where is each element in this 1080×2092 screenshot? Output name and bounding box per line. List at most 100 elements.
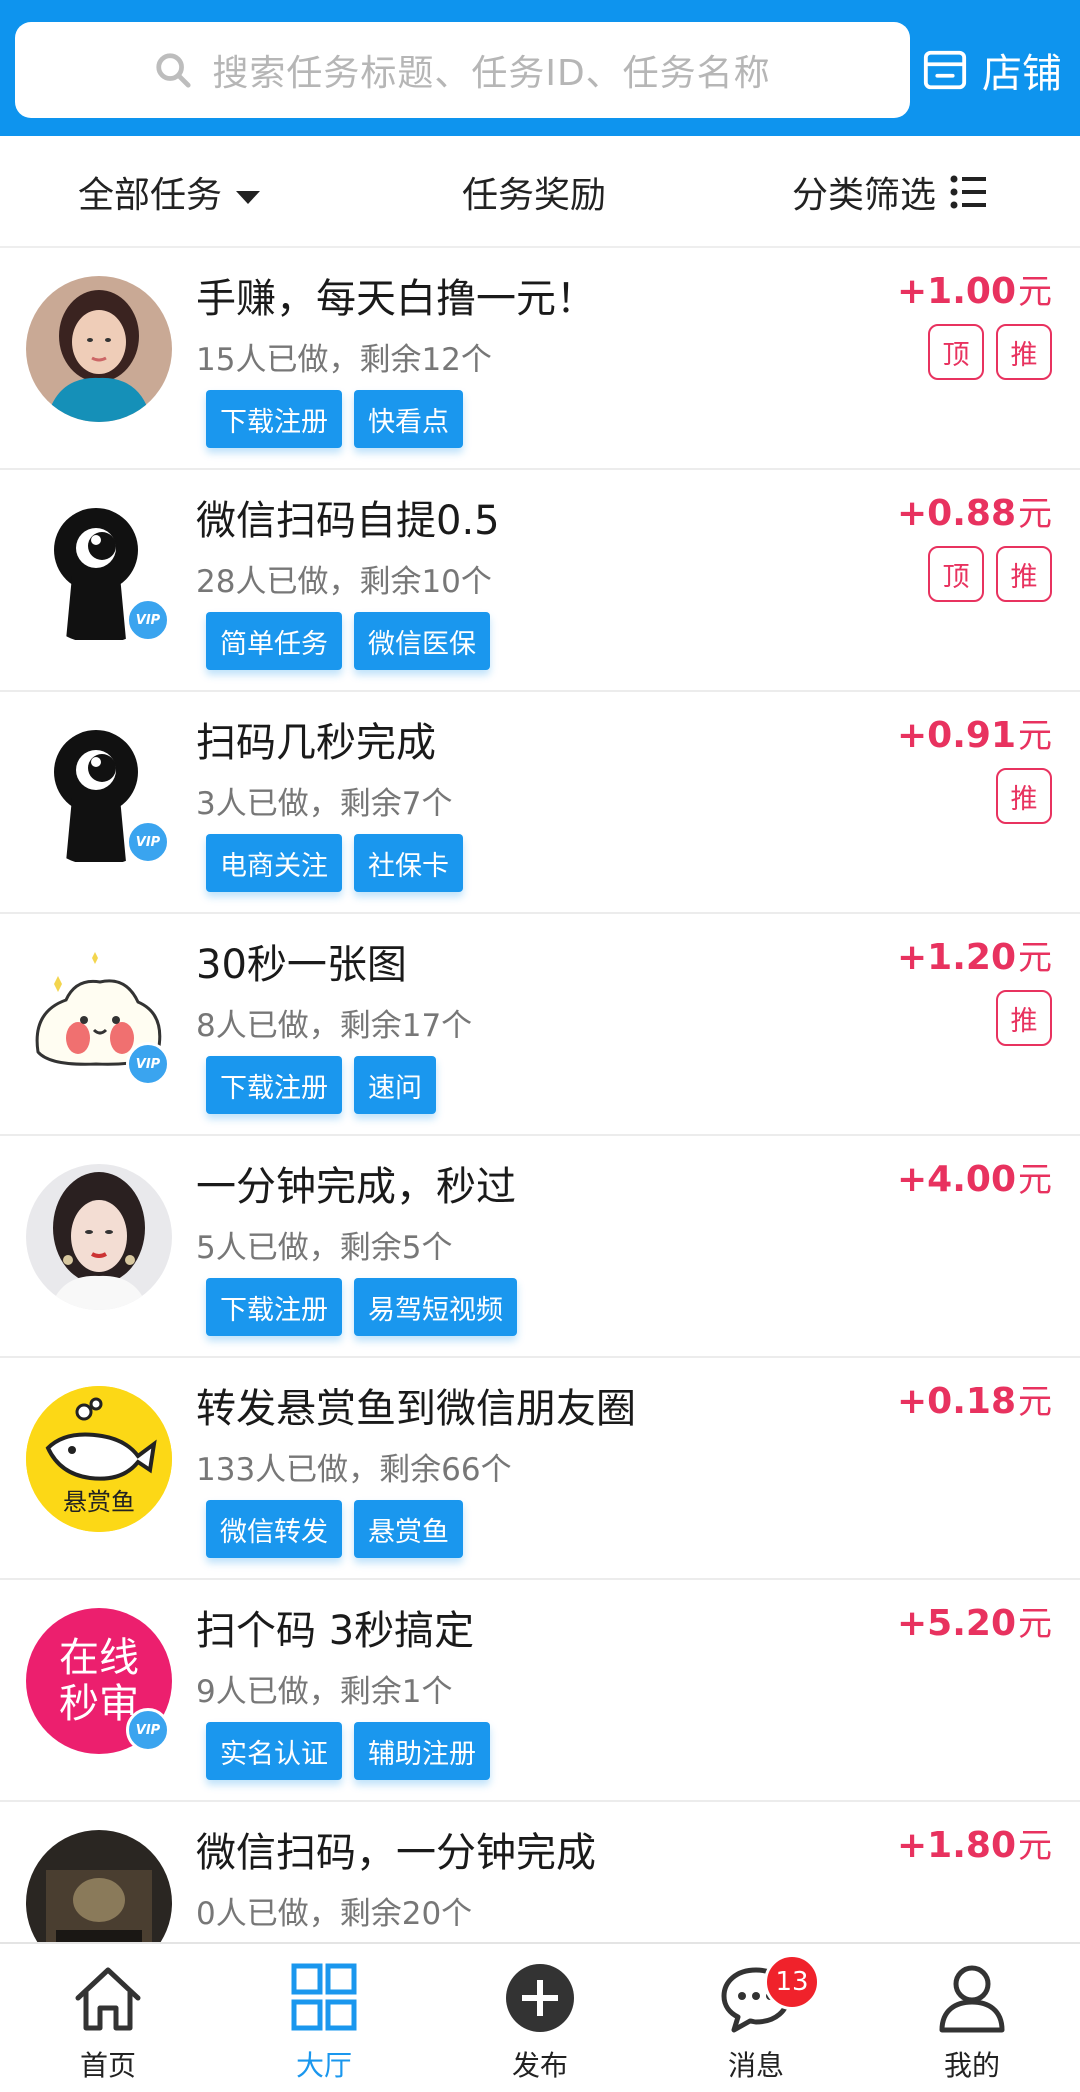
search-placeholder: 搜索任务标题、任务ID、任务名称	[212, 53, 771, 94]
caret-down-icon	[236, 190, 261, 204]
task-title: 微信扫码自提0.5	[196, 498, 500, 544]
task-reward: +0.91 元	[897, 708, 1052, 757]
task-reward: +0.88 元	[897, 486, 1052, 535]
reward-unit: 元	[1018, 272, 1052, 312]
task-title: 扫码几秒完成	[196, 720, 436, 766]
avatar	[26, 1164, 172, 1310]
task-item[interactable]: 手赚，每天白撸一元！ 15人已做，剩余12个 下载注册 快看点 +1.00 元 …	[0, 248, 1080, 470]
task-item[interactable]: 悬赏鱼 转发悬赏鱼到微信朋友圈 133人已做，剩余66个 微信转发 悬赏鱼 +0…	[0, 1358, 1080, 1580]
task-tag: 下载注册	[206, 390, 342, 448]
nav-home[interactable]: 首页	[0, 1944, 216, 2092]
nav-publish[interactable]: 发布	[432, 1944, 648, 2092]
recommend-badge: 推	[996, 324, 1052, 380]
avatar	[26, 1830, 172, 1942]
task-stats: 8人已做，剩余17个	[196, 1008, 473, 1044]
task-title: 转发悬赏鱼到微信朋友圈	[196, 1386, 636, 1432]
filter-reward[interactable]: 任务奖励	[462, 136, 606, 248]
list-filter-icon	[950, 175, 987, 209]
reward-unit: 元	[1018, 494, 1052, 534]
task-reward: +1.00 元	[897, 264, 1052, 313]
reward-unit: 元	[1018, 1604, 1052, 1644]
recommend-badge: 推	[996, 546, 1052, 602]
task-item[interactable]: VIP 30秒一张图 8人已做，剩余17个 下载注册 速问 +1.20 元 推	[0, 914, 1080, 1136]
task-list: 手赚，每天白撸一元！ 15人已做，剩余12个 下载注册 快看点 +1.00 元 …	[0, 248, 1080, 1942]
fish-logo-icon: 悬赏鱼	[26, 1386, 172, 1532]
vip-badge: VIP	[126, 820, 170, 864]
task-tags: 电商关注 社保卡	[206, 834, 475, 892]
notification-badge: 13	[764, 1954, 820, 2010]
shop-icon	[923, 50, 967, 90]
user-icon	[939, 1965, 1005, 2033]
task-tag: 辅助注册	[354, 1722, 490, 1780]
task-badges: 推	[984, 990, 1052, 1046]
nav-hall[interactable]: 大厅	[216, 1944, 432, 2092]
task-tags: 下载注册 快看点	[206, 390, 475, 448]
avatar	[26, 276, 172, 422]
task-tag: 易驾短视频	[354, 1278, 517, 1336]
task-title: 手赚，每天白撸一元！	[196, 276, 596, 322]
shop-label: 店铺	[982, 51, 1062, 97]
nav-publish-label: 发布	[511, 2049, 568, 2082]
task-item[interactable]: 在线 秒审 VIP 扫个码 3秒搞定 9人已做，剩余1个 实名认证 辅助注册 +…	[0, 1580, 1080, 1802]
task-tag: 微信医保	[354, 612, 490, 670]
task-item[interactable]: 微信扫码，一分钟完成 0人已做，剩余20个 +1.80 元	[0, 1802, 1080, 1942]
task-tag: 下载注册	[206, 1056, 342, 1114]
search-input[interactable]: 搜索任务标题、任务ID、任务名称	[15, 22, 910, 118]
task-stats: 28人已做，剩余10个	[196, 564, 492, 600]
nav-messages[interactable]: 消息 13	[648, 1944, 864, 2092]
vip-badge: VIP	[126, 598, 170, 642]
home-icon	[75, 1967, 141, 2031]
task-stats: 0人已做，剩余20个	[196, 1896, 473, 1932]
reward-amount: +1.00	[897, 271, 1016, 312]
task-reward: +1.20 元	[897, 930, 1052, 979]
task-tag: 速问	[354, 1056, 436, 1114]
top-header: 搜索任务标题、任务ID、任务名称 店铺	[0, 0, 1080, 136]
recommend-badge: 推	[996, 990, 1052, 1046]
avatar-text-line-1: 在线	[59, 1635, 139, 1681]
task-stats: 133人已做，剩余66个	[196, 1452, 512, 1488]
task-tags: 微信转发 悬赏鱼	[206, 1500, 475, 1558]
task-reward: +5.20 元	[897, 1596, 1052, 1645]
task-title: 微信扫码，一分钟完成	[196, 1830, 596, 1876]
top-badge: 顶	[928, 324, 984, 380]
filter-bar: 全部任务 任务奖励 分类筛选	[0, 136, 1080, 248]
nav-messages-label: 消息	[727, 2049, 784, 2082]
reward-unit: 元	[1018, 716, 1052, 756]
task-tag: 下载注册	[206, 1278, 342, 1336]
nav-mine[interactable]: 我的	[864, 1944, 1080, 2092]
filter-category[interactable]: 分类筛选	[792, 136, 988, 248]
reward-unit: 元	[1018, 938, 1052, 978]
reward-amount: +5.20	[897, 1603, 1016, 1644]
grid-icon	[291, 1963, 357, 2031]
plus-circle-icon	[506, 1964, 574, 2032]
top-badge: 顶	[928, 546, 984, 602]
reward-amount: +0.88	[897, 493, 1016, 534]
filter-all-tasks[interactable]: 全部任务	[78, 136, 261, 248]
filter-category-label: 分类筛选	[792, 175, 937, 216]
task-tag: 悬赏鱼	[354, 1500, 463, 1558]
task-tags: 简单任务 微信医保	[206, 612, 502, 670]
reward-amount: +0.18	[897, 1381, 1016, 1422]
task-badges: 推	[984, 768, 1052, 824]
reward-unit: 元	[1018, 1382, 1052, 1422]
task-tag: 微信转发	[206, 1500, 342, 1558]
vip-badge: VIP	[126, 1708, 170, 1752]
task-tag: 实名认证	[206, 1722, 342, 1780]
reward-amount: +0.91	[897, 715, 1016, 756]
nav-home-label: 首页	[79, 2049, 136, 2082]
recommend-badge: 推	[996, 768, 1052, 824]
task-stats: 5人已做，剩余5个	[196, 1230, 453, 1266]
task-item[interactable]: 一分钟完成，秒过 5人已做，剩余5个 下载注册 易驾短视频 +4.00 元	[0, 1136, 1080, 1358]
task-item[interactable]: VIP 微信扫码自提0.5 28人已做，剩余10个 简单任务 微信医保 +0.8…	[0, 470, 1080, 692]
task-tag: 快看点	[354, 390, 463, 448]
task-title: 30秒一张图	[196, 942, 407, 988]
filter-reward-label: 任务奖励	[462, 175, 607, 216]
task-stats: 3人已做，剩余7个	[196, 786, 453, 822]
task-tag: 电商关注	[206, 834, 342, 892]
shop-button[interactable]: 店铺	[922, 38, 1062, 102]
vip-badge: VIP	[126, 1042, 170, 1086]
search-icon	[156, 53, 191, 88]
task-tags: 下载注册 速问	[206, 1056, 448, 1114]
task-item[interactable]: VIP 扫码几秒完成 3人已做，剩余7个 电商关注 社保卡 +0.91 元 推	[0, 692, 1080, 914]
task-badges: 顶 推	[916, 546, 1052, 602]
